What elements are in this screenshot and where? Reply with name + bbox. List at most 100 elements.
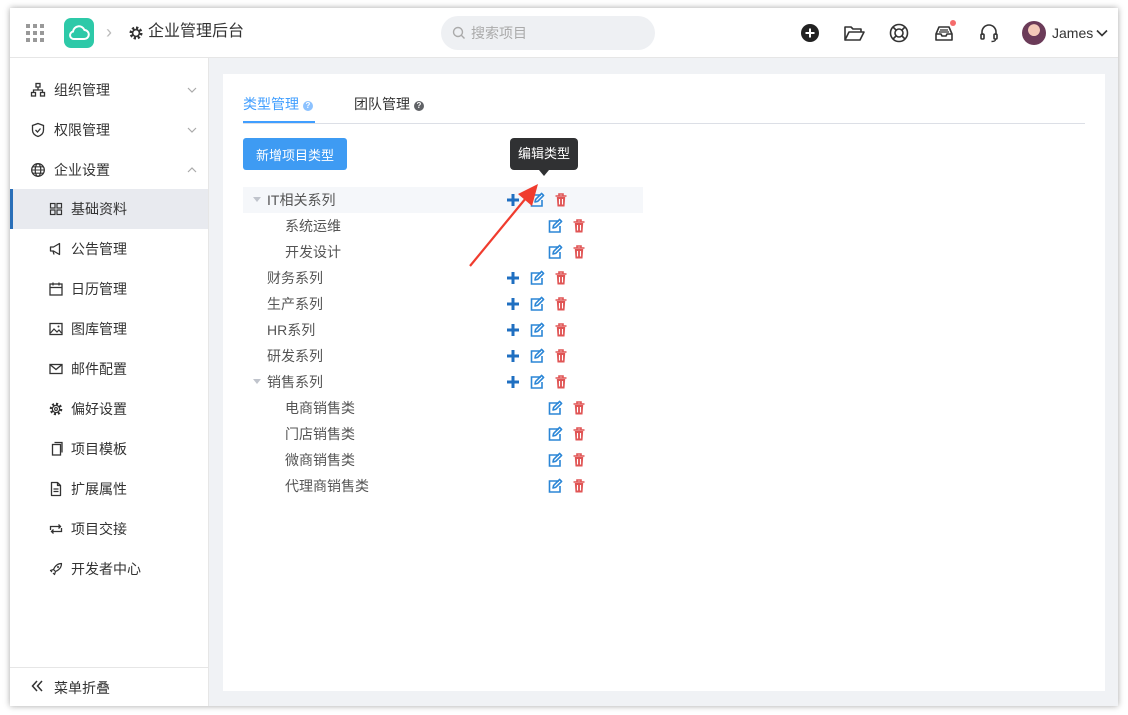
caret-down-icon[interactable] — [253, 379, 261, 385]
tree-node-label: 生产系列 — [267, 296, 323, 312]
sidebar-item-label: 偏好设置 — [71, 401, 127, 417]
help-icon[interactable]: ? — [414, 101, 424, 111]
delete-icon[interactable] — [553, 348, 569, 364]
app-title: 企业管理后台 — [148, 23, 245, 40]
chevron-down-icon — [187, 87, 197, 93]
delete-icon[interactable] — [553, 296, 569, 312]
sidebar-item-calendar[interactable]: 日历管理 — [10, 269, 208, 309]
help-icon[interactable]: ? — [303, 101, 313, 111]
edit-icon[interactable] — [547, 218, 563, 234]
delete-icon[interactable] — [571, 218, 587, 234]
chevron-down-icon — [187, 127, 197, 133]
edit-icon[interactable] — [529, 348, 545, 364]
tree-node[interactable]: 微商销售类 — [243, 447, 643, 473]
delete-icon[interactable] — [553, 192, 569, 208]
sidebar-item-extended-attributes[interactable]: 扩展属性 — [10, 469, 208, 509]
sidebar-group-enterprise-settings[interactable]: 企业设置 — [10, 150, 208, 190]
delete-icon[interactable] — [571, 426, 587, 442]
delete-icon[interactable] — [553, 322, 569, 338]
sidebar-item-project-template[interactable]: 项目模板 — [10, 429, 208, 469]
tab-type-management[interactable]: 类型管理? — [243, 96, 313, 112]
sidebar-item-announcements[interactable]: 公告管理 — [10, 229, 208, 269]
headset-icon[interactable] — [977, 21, 1001, 45]
sidebar-item-label: 开发者中心 — [71, 561, 141, 577]
sidebar-item-basic-data[interactable]: 基础资料 — [10, 189, 208, 229]
tab-team-management[interactable]: 团队管理? — [354, 96, 424, 112]
app-window: › 企业管理后台 James — [10, 8, 1118, 706]
edit-icon[interactable] — [529, 374, 545, 390]
sidebar-item-label: 邮件配置 — [71, 361, 127, 377]
menu-collapse-label: 菜单折叠 — [54, 680, 110, 696]
tree-node[interactable]: 门店销售类 — [243, 421, 643, 447]
sidebar-item-preferences[interactable]: 偏好设置 — [10, 389, 208, 429]
tree-node-label: 系统运维 — [285, 218, 341, 234]
edit-icon[interactable] — [547, 244, 563, 260]
edit-icon[interactable] — [547, 452, 563, 468]
add-child-icon[interactable] — [505, 348, 521, 364]
menu-collapse-button[interactable]: 菜单折叠 — [10, 667, 208, 706]
sidebar-item-label: 项目模板 — [71, 441, 127, 457]
tree-node[interactable]: IT相关系列 — [243, 187, 643, 213]
chevron-down-icon[interactable] — [1095, 26, 1109, 40]
sidebar-item-developer-center[interactable]: 开发者中心 — [10, 549, 208, 589]
search-input[interactable] — [441, 16, 655, 50]
add-child-icon[interactable] — [505, 322, 521, 338]
tree-node[interactable]: 代理商销售类 — [243, 473, 643, 499]
caret-down-icon[interactable] — [253, 197, 261, 203]
tree-node[interactable]: 研发系列 — [243, 343, 643, 369]
tree-node[interactable]: 生产系列 — [243, 291, 643, 317]
notification-dot — [950, 20, 956, 26]
tree-node[interactable]: 系统运维 — [243, 213, 643, 239]
org-chart-icon — [30, 82, 46, 97]
document-icon — [50, 481, 62, 497]
delete-icon[interactable] — [571, 244, 587, 260]
image-icon — [49, 322, 63, 336]
lifebuoy-icon[interactable] — [887, 21, 911, 45]
sidebar-item-project-handover[interactable]: 项目交接 — [10, 509, 208, 549]
sidebar-item-gallery[interactable]: 图库管理 — [10, 309, 208, 349]
apps-grid-icon[interactable] — [26, 24, 44, 42]
sidebar-group-org[interactable]: 组织管理 — [10, 70, 208, 110]
main-content: 类型管理? 团队管理? 新增项目类型 编辑类型 IT相关系列系统运维开发设计财务… — [223, 74, 1105, 691]
active-tab-indicator — [243, 121, 315, 123]
grid-icon — [49, 202, 63, 216]
double-chevron-left-icon — [31, 680, 43, 692]
delete-icon[interactable] — [553, 270, 569, 286]
delete-icon[interactable] — [571, 478, 587, 494]
delete-icon[interactable] — [571, 452, 587, 468]
folder-open-icon[interactable] — [842, 21, 866, 45]
tree-node[interactable]: 电商销售类 — [243, 395, 643, 421]
cloud-logo-icon[interactable] — [64, 18, 94, 48]
sidebar-group-label: 企业设置 — [54, 162, 110, 178]
tree-node[interactable]: 开发设计 — [243, 239, 643, 265]
breadcrumb-separator: › — [106, 22, 112, 42]
sidebar: 组织管理 权限管理 企业设置 基础资料 公告管理 日历管理 图库管理 邮件配置 … — [10, 58, 209, 706]
edit-icon[interactable] — [547, 478, 563, 494]
edit-icon[interactable] — [547, 426, 563, 442]
sidebar-item-mail-config[interactable]: 邮件配置 — [10, 349, 208, 389]
edit-icon[interactable] — [529, 296, 545, 312]
tab-bar: 类型管理? 团队管理? — [243, 74, 1085, 124]
delete-icon[interactable] — [553, 374, 569, 390]
add-child-icon[interactable] — [505, 296, 521, 312]
tree-node-label: 开发设计 — [285, 244, 341, 260]
tree-node[interactable]: HR系列 — [243, 317, 643, 343]
rocket-icon — [49, 562, 63, 576]
user-name[interactable]: James — [1052, 24, 1093, 42]
avatar[interactable] — [1022, 21, 1046, 45]
edit-type-tooltip: 编辑类型 — [510, 138, 578, 176]
add-child-icon[interactable] — [505, 374, 521, 390]
megaphone-icon — [49, 242, 61, 256]
tree-node[interactable]: 销售系列 — [243, 369, 643, 395]
tree-node-label: 销售系列 — [267, 374, 323, 390]
edit-icon[interactable] — [529, 322, 545, 338]
sidebar-group-permission[interactable]: 权限管理 — [10, 110, 208, 150]
plus-circle-icon[interactable] — [798, 21, 822, 45]
add-project-type-button[interactable]: 新增项目类型 — [243, 138, 347, 170]
delete-icon[interactable] — [571, 400, 587, 416]
sidebar-item-label: 日历管理 — [71, 281, 127, 297]
tree-node[interactable]: 财务系列 — [243, 265, 643, 291]
edit-icon[interactable] — [547, 400, 563, 416]
annotation-arrow — [469, 184, 538, 267]
search-icon — [452, 26, 465, 39]
